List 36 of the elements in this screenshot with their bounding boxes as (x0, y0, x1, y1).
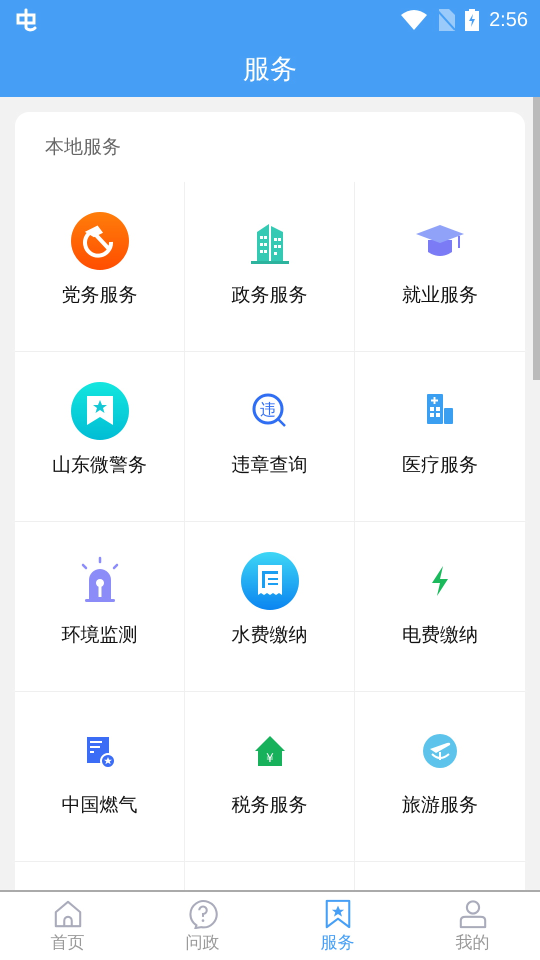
question-icon (188, 898, 218, 928)
battery-charging-icon (465, 9, 480, 31)
service-label: 山东微警务 (52, 453, 147, 478)
service-label: 医疗服务 (402, 453, 478, 478)
user-icon (458, 898, 488, 928)
service-tile[interactable]: ¥ 税务服务 (185, 692, 355, 862)
receipt-icon (240, 552, 298, 610)
service-label: 就业服务 (402, 283, 478, 308)
service-tile[interactable]: 政务服务 (185, 182, 355, 352)
wifi-icon (401, 10, 428, 30)
service-label: 违章查询 (232, 453, 308, 478)
service-tile[interactable]: 山东微警务 (15, 352, 185, 522)
service-label: 旅游服务 (402, 793, 478, 818)
section-title: 本地服务 (44, 135, 122, 160)
service-label: 中国燃气 (62, 793, 138, 818)
service-tile[interactable]: 水费缴纳 (185, 522, 355, 692)
service-tile[interactable]: 医疗服务 (355, 352, 525, 522)
clock: 2:56 (489, 8, 528, 32)
page-title: 服务 (243, 52, 297, 86)
bookmark-star-icon (322, 898, 352, 928)
no-sim-icon (437, 9, 456, 31)
home-icon (52, 898, 82, 928)
service-label: 电费缴纳 (402, 623, 478, 648)
service-label: 政务服务 (232, 283, 308, 308)
service-tile[interactable]: 旅游服务 (355, 692, 525, 862)
service-tile[interactable]: 违 违章查询 (185, 352, 355, 522)
service-tile[interactable]: 中国燃气 (15, 692, 185, 862)
service-tile[interactable]: 就业服务 (355, 182, 525, 352)
service-tile[interactable]: 党务服务 (15, 182, 185, 352)
service-tile[interactable]: 电费缴纳 (355, 522, 525, 692)
service-label: 党务服务 (62, 283, 138, 308)
service-label: 环境监测 (62, 623, 138, 648)
service-label: 水费缴纳 (232, 623, 308, 648)
service-tile[interactable]: 环境监测 (15, 522, 185, 692)
service-label: 税务服务 (232, 793, 308, 818)
lightning-bolt-icon (432, 566, 448, 596)
